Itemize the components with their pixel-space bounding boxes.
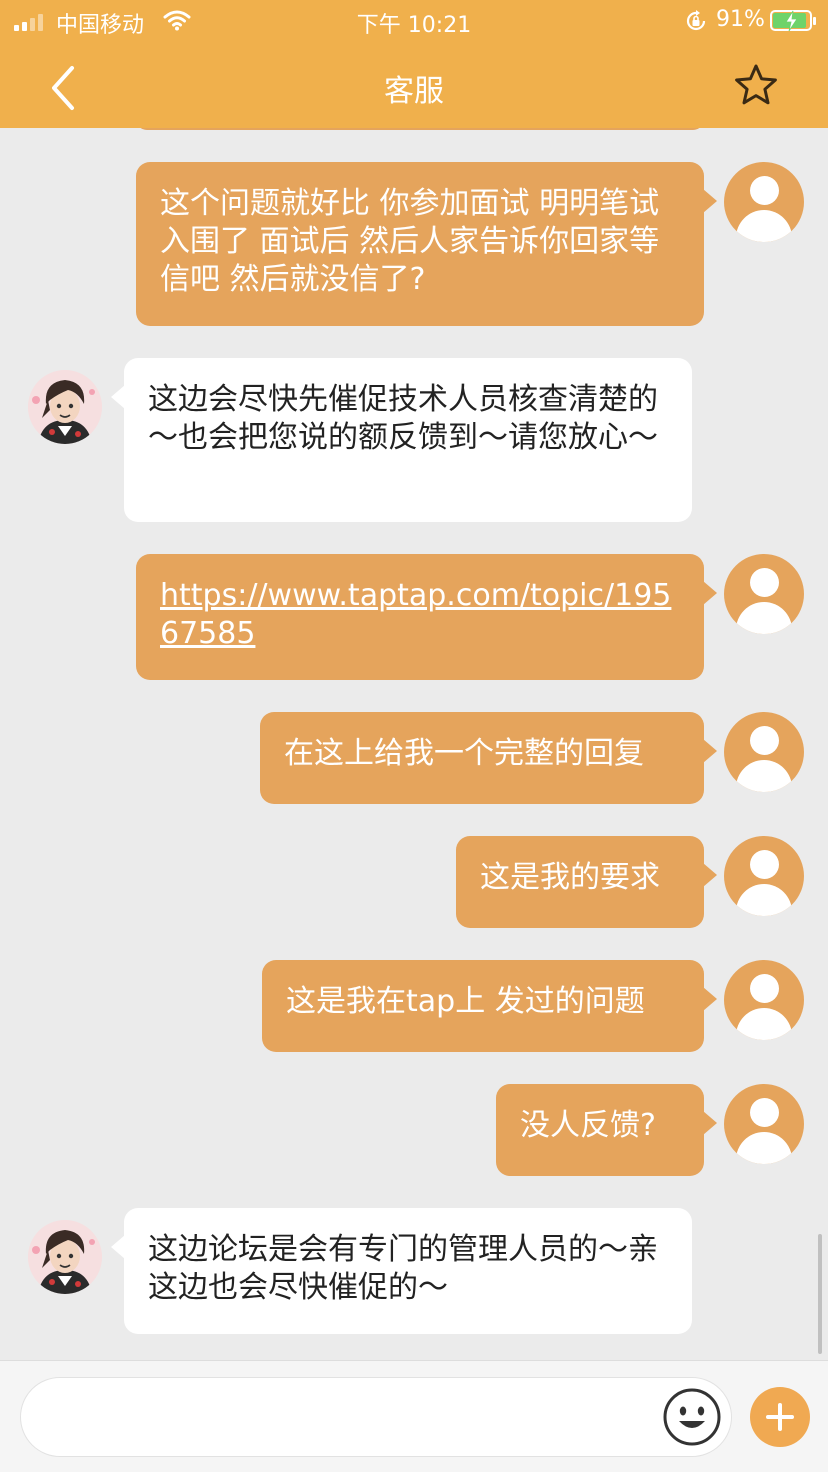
agent-avatar[interactable] bbox=[28, 370, 102, 444]
user-avatar[interactable] bbox=[724, 554, 804, 634]
message-bubble-user: 没人反馈? bbox=[496, 1084, 717, 1176]
message-bubble-user: 这是我在tap上 发过的问题 bbox=[262, 960, 717, 1052]
add-button[interactable] bbox=[750, 1387, 810, 1447]
message-bubble-agent: 这边论坛是会有专门的管理人员的～亲这边也会尽快催促的～ bbox=[111, 1208, 692, 1334]
status-bar: 中国移动 下午 10:21 91% bbox=[0, 0, 828, 42]
battery-percent: 91% bbox=[716, 7, 765, 32]
input-bar bbox=[0, 1360, 828, 1472]
agent-avatar[interactable] bbox=[28, 1220, 102, 1294]
star-icon[interactable] bbox=[732, 62, 780, 108]
user-avatar[interactable] bbox=[724, 712, 804, 792]
message-text: 这边论坛是会有专门的管理人员的～亲这边也会尽快催促的～ bbox=[148, 1232, 658, 1305]
message-text: 这是我在tap上 发过的问题 bbox=[286, 984, 645, 1019]
user-avatar[interactable] bbox=[724, 162, 804, 242]
message-text: 没人反馈? bbox=[520, 1108, 656, 1143]
user-avatar[interactable] bbox=[724, 960, 804, 1040]
battery-charging-icon bbox=[770, 10, 816, 32]
chat-area[interactable]: 这个问题就好比 你参加面试 明明笔试入围了 面试后 然后人家告诉你回家等信吧 然… bbox=[0, 128, 828, 1360]
message-text: 这个问题就好比 你参加面试 明明笔试入围了 面试后 然后人家告诉你回家等信吧 然… bbox=[160, 186, 660, 297]
message-bubble-user: 这个问题就好比 你参加面试 明明笔试入围了 面试后 然后人家告诉你回家等信吧 然… bbox=[136, 162, 717, 326]
page-title: 客服 bbox=[384, 74, 444, 109]
message-text: 这是我的要求 bbox=[480, 860, 660, 895]
message-bubble-user: https://www.taptap.com/topic/19567585 bbox=[136, 554, 717, 680]
emoji-icon[interactable] bbox=[662, 1387, 722, 1447]
scrollbar[interactable] bbox=[818, 1234, 822, 1354]
message-bubble-user: 在这上给我一个完整的回复 bbox=[260, 712, 717, 804]
message-text: 这边会尽快先催促技术人员核查清楚的～也会把您说的额反馈到～请您放心～ bbox=[148, 382, 658, 455]
message-link[interactable]: https://www.taptap.com/topic/19567585 bbox=[160, 578, 671, 651]
message-bubble-user: 这是我的要求 bbox=[456, 836, 717, 928]
user-avatar[interactable] bbox=[724, 1084, 804, 1164]
header-bar: 中国移动 下午 10:21 91% 客服 bbox=[0, 0, 828, 128]
message-text: 在这上给我一个完整的回复 bbox=[284, 736, 644, 771]
message-input[interactable] bbox=[20, 1377, 732, 1457]
message-bubble-agent: 这边会尽快先催促技术人员核查清楚的～也会把您说的额反馈到～请您放心～ bbox=[111, 358, 692, 522]
orientation-lock-icon bbox=[686, 10, 706, 31]
message-bubble-partial bbox=[136, 128, 704, 130]
user-avatar[interactable] bbox=[724, 836, 804, 916]
